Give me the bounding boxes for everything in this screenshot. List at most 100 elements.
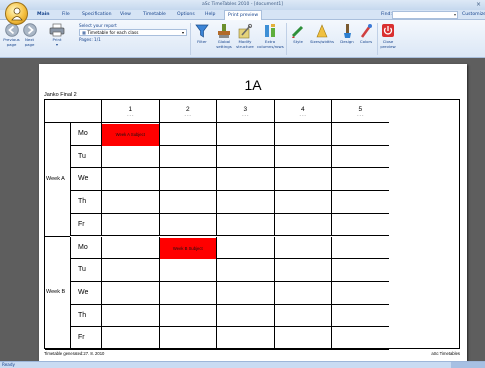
timetable-cell[interactable] [216,259,274,282]
day-label: Th [70,304,101,328]
period-time: - - - [299,112,306,117]
window-close-button[interactable]: × [476,0,481,10]
timetable-cell[interactable] [216,213,274,237]
wrench-icon [238,23,252,39]
next-page-button[interactable]: Next page [21,23,38,47]
day-label: Fr [70,213,101,237]
timetable-cell[interactable] [273,327,331,350]
table-icon: ▦ [82,30,86,35]
timetable-cell[interactable] [273,236,331,260]
timetable-cell[interactable] [216,123,274,146]
application-menu-orb[interactable] [5,2,28,25]
extra-columns-rows-button[interactable]: Extra columns/rows [257,23,284,49]
timetable-cell[interactable] [273,304,331,328]
period-time: - - - [184,112,191,117]
period-header: 4- - - [273,100,331,123]
ribbon-separator [286,23,287,55]
timetable-cell[interactable] [216,191,274,214]
timetable-cell[interactable] [158,145,216,169]
timetable-cell[interactable] [331,281,389,305]
timetable-cell[interactable] [331,123,389,146]
timetable-cell[interactable] [273,145,331,169]
timetable-cell[interactable] [331,168,389,192]
timetable-cell[interactable] [101,213,159,237]
global-settings-button[interactable]: Global settings [214,23,234,49]
style-button[interactable]: Style [288,23,308,45]
timetable-cell[interactable] [273,168,331,192]
timetable-cell[interactable] [158,213,216,237]
timetable-cell[interactable] [216,327,274,350]
timetable-cell[interactable] [216,236,274,260]
timetable-cell[interactable] [101,236,159,260]
filter-button[interactable]: Filter [192,23,212,45]
report-dropdown[interactable]: ▦ Timetable for each class ▾ [79,29,187,36]
customize-menu[interactable]: Customize [462,10,485,20]
timetable-cell[interactable] [216,168,274,192]
find-dropdown-icon[interactable]: ▾ [454,12,456,18]
colors-button[interactable]: Colors [357,23,375,45]
menu-specification[interactable]: Specification [82,10,112,20]
timetable-cell[interactable] [273,123,331,146]
timetable-cell[interactable] [158,259,216,282]
menu-file[interactable]: File [62,10,70,20]
timetable-cell[interactable] [158,304,216,328]
menu-view[interactable]: View [120,10,131,20]
timetable-cell[interactable] [273,191,331,214]
timetable-cell[interactable] [273,259,331,282]
ruler-icon [316,24,328,38]
timetable-cell[interactable] [158,281,216,305]
timetable-cell[interactable] [216,304,274,328]
funnel-icon [195,24,209,38]
design-button[interactable]: Design [337,23,357,45]
timetable-cell[interactable] [158,168,216,192]
menu-print-preview[interactable]: Print preview [224,10,263,20]
lesson-card[interactable]: Week A Subject [102,124,159,146]
timetable-cell[interactable] [331,191,389,214]
timetable-cell[interactable] [101,191,159,214]
timetable-cell[interactable] [331,236,389,260]
report-selector: Select your report ▦ Timetable for each … [79,23,187,42]
timetable-cell[interactable] [101,281,159,305]
period-header: 3- - - [216,100,274,123]
timetable-cell[interactable] [101,259,159,282]
timetable-cell[interactable] [273,213,331,237]
timetable-cell[interactable] [273,281,331,305]
timetable-cell[interactable] [331,327,389,350]
timetable-cell[interactable] [158,327,216,350]
week-label-text: Week A [46,175,65,182]
timetable-cell[interactable] [101,145,159,169]
previous-page-button[interactable]: Previous page [3,23,20,47]
modify-structure-button[interactable]: Modify structure [235,23,255,49]
print-button[interactable]: Print ▾ [46,23,68,47]
timetable-cell[interactable] [101,327,159,350]
ribbon: Previous page Next page Print ▾ Select y… [0,20,485,58]
person-icon [11,7,23,21]
timetable-cell[interactable] [331,259,389,282]
arrow-left-icon [4,23,19,37]
printer-icon [49,23,65,37]
timetable-name: Janko Final 2 [44,92,77,98]
timetable-cell[interactable] [216,145,274,169]
timetable-cell[interactable] [101,168,159,192]
find-input[interactable]: ▾ [392,11,458,19]
period-time: - - - [242,112,249,117]
timetable-cell[interactable] [331,213,389,237]
day-label: We [70,168,101,192]
timetable-cell[interactable] [101,304,159,328]
lesson-card[interactable]: Week B Subject [159,237,216,260]
menu-options[interactable]: Options [177,10,195,20]
timetable-cell[interactable] [158,123,216,146]
timetable-cell[interactable] [216,281,274,305]
day-label: Th [70,191,101,214]
timetable-cell[interactable] [158,191,216,214]
page-title: 1A [244,77,262,93]
timetable-cell[interactable] [331,304,389,328]
close-preview-button[interactable]: Close preview [378,23,398,49]
report-selected-value: Timetable for each class [87,30,139,35]
sizes-widths-button[interactable]: Sizes/widths [309,23,335,45]
window-title: aSc TimeTables 2010 - [document1] [202,2,283,7]
menu-main[interactable]: Main [37,10,50,20]
menu-timetable[interactable]: Timetable [143,10,166,20]
timetable-cell[interactable] [331,145,389,169]
menu-help[interactable]: Help [205,10,215,20]
